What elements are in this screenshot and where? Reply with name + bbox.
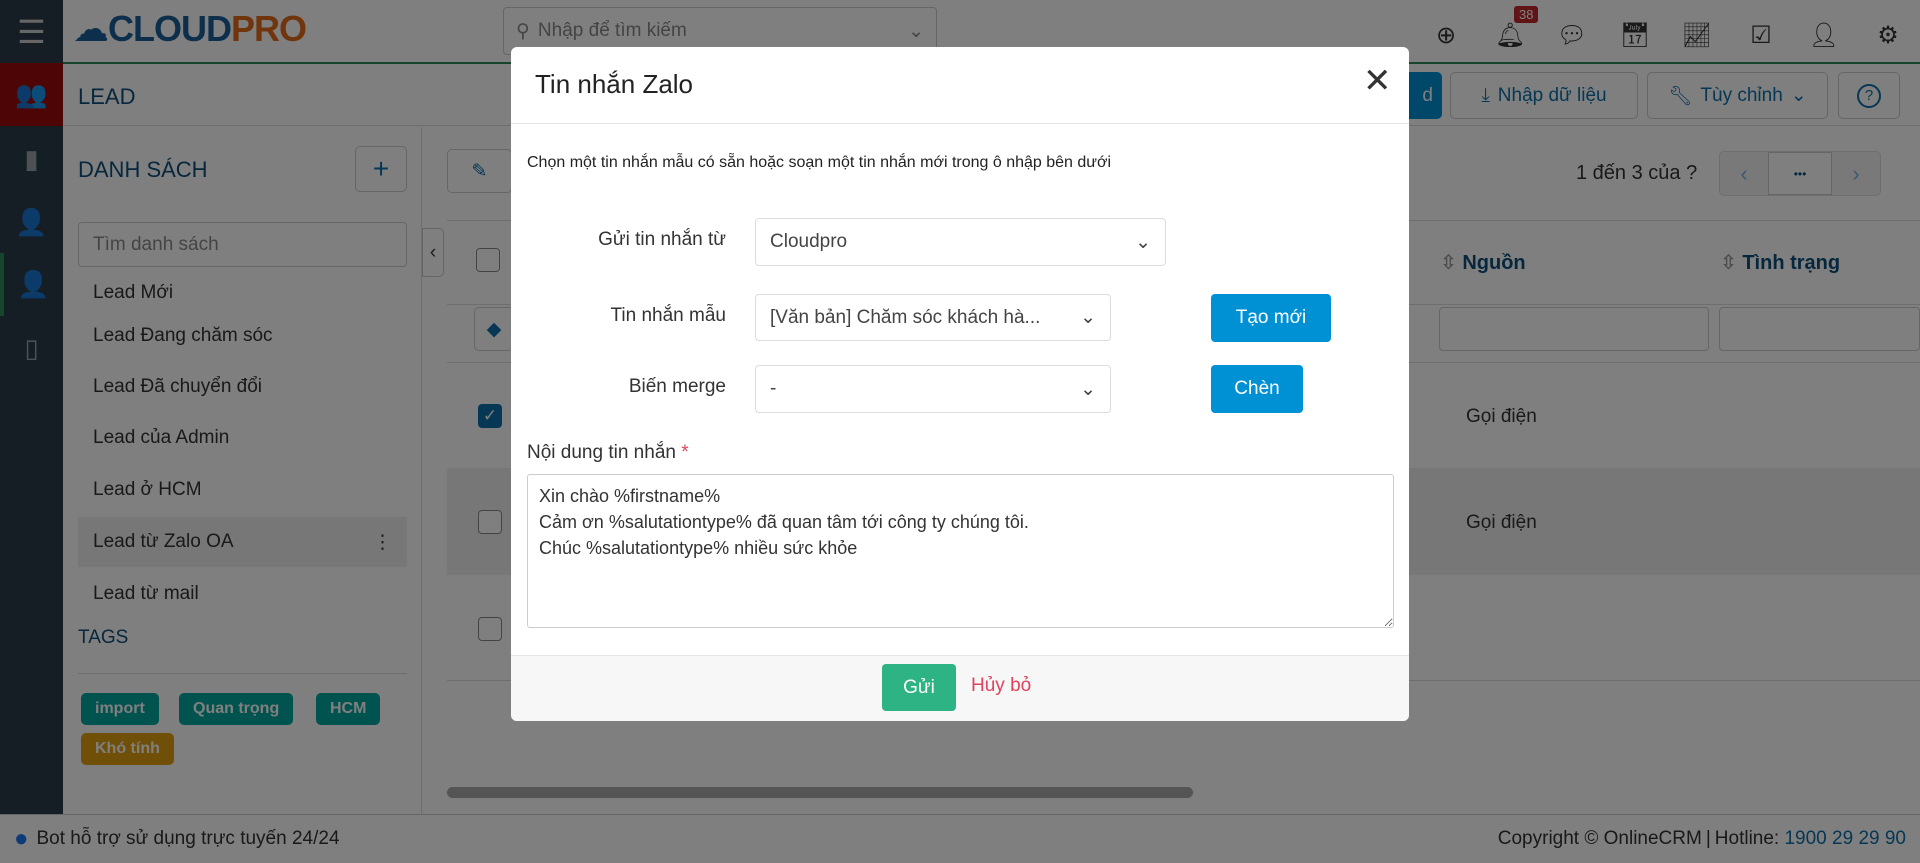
merge-select[interactable]: - ⌄ <box>755 365 1111 413</box>
from-label: Gửi tin nhắn từ <box>598 229 726 250</box>
template-label: Tin nhắn mẫu <box>610 305 726 326</box>
chevron-down-icon: ⌄ <box>1080 378 1096 400</box>
message-content-textarea[interactable]: Xin chào %firstname% Cảm ơn %salutationt… <box>527 474 1394 628</box>
send-button[interactable]: Gửi <box>882 664 956 711</box>
dialog-title: Tin nhắn Zalo <box>535 69 694 99</box>
zalo-message-dialog: Tin nhắn Zalo ✕ Chọn một tin nhắn mẫu có… <box>511 47 1409 721</box>
dialog-description: Chọn một tin nhắn mẫu có sẵn hoặc soạn m… <box>527 154 1112 171</box>
from-select[interactable]: Cloudpro ⌄ <box>755 218 1166 266</box>
content-label: Nội dung tin nhắn * <box>527 442 689 463</box>
merge-label: Biến merge <box>628 376 726 397</box>
cancel-button[interactable]: Hủy bỏ <box>971 675 1031 697</box>
dialog-footer <box>511 655 1409 721</box>
chevron-down-icon: ⌄ <box>1135 231 1151 253</box>
chevron-down-icon: ⌄ <box>1080 307 1096 328</box>
template-select[interactable]: [Văn bản] Chăm sóc khách hà... ⌄ <box>755 294 1111 341</box>
insert-button[interactable]: Chèn <box>1211 365 1303 413</box>
create-template-button[interactable]: Tạo mới <box>1211 294 1331 342</box>
close-icon[interactable]: ✕ <box>1363 61 1392 101</box>
